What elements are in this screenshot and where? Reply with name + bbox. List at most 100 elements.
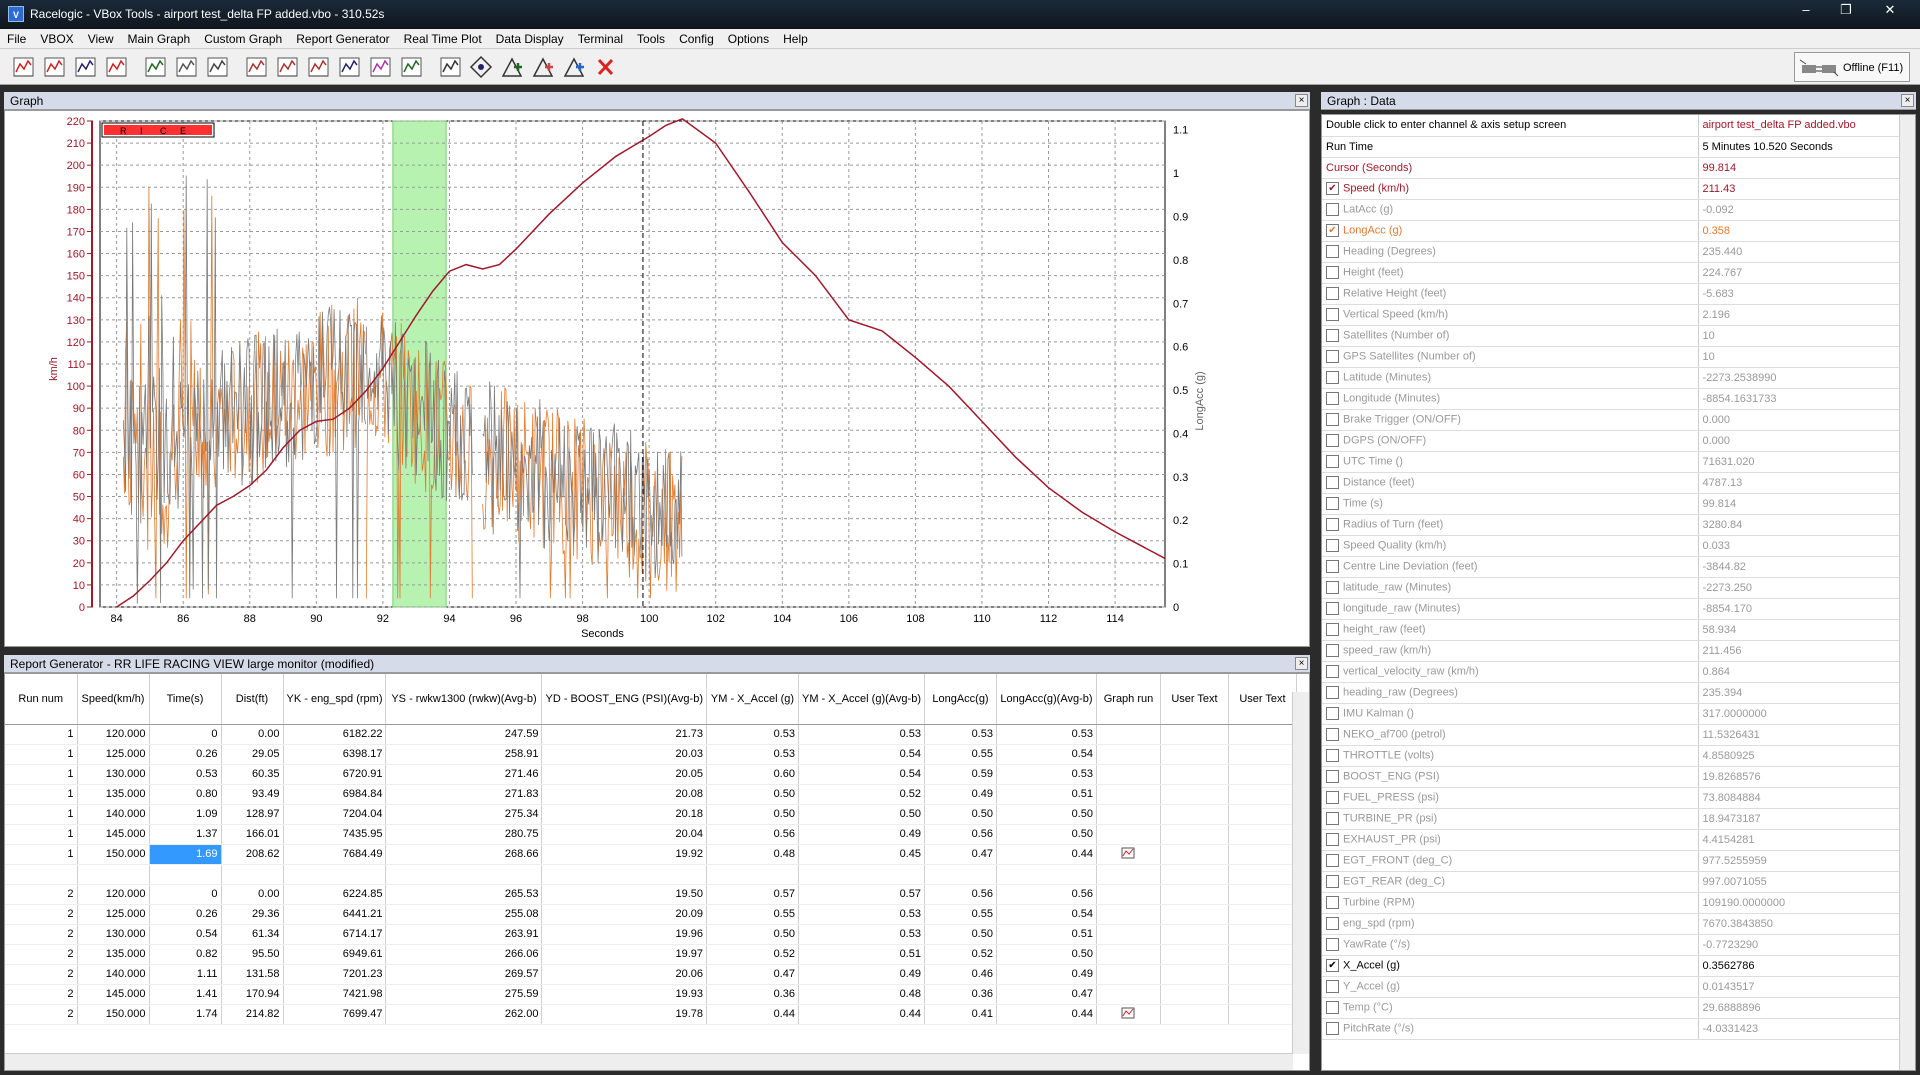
table-cell[interactable] [221, 864, 284, 885]
table-row[interactable]: 1 150.000 1.69 208.62 7684.49 268.66 19.92 0.48… [5, 844, 1297, 865]
channel-row[interactable]: Run Time 5 Minutes 10.520 Seconds [1322, 136, 1915, 158]
menu-config[interactable]: Config [672, 29, 721, 46]
channel-checkbox[interactable]: ✔ [1326, 182, 1339, 195]
channel-row[interactable]: ✔ Speed (km/h) 211.43 [1322, 178, 1915, 200]
table-cell[interactable]: 120.000 [77, 884, 150, 905]
table-cell[interactable]: 0.53 [706, 744, 799, 765]
table-cell[interactable] [1096, 824, 1161, 845]
table-cell[interactable]: 0.51 [798, 944, 925, 965]
table-cell[interactable]: 268.66 [385, 844, 543, 865]
table-cell[interactable] [1160, 804, 1229, 825]
channel-checkbox[interactable] [1326, 266, 1339, 279]
table-cell[interactable]: 0.51 [996, 784, 1097, 805]
table-cell[interactable]: 2 [5, 904, 78, 925]
channel-row[interactable]: Temp (°C) 29.6888896 [1322, 997, 1915, 1019]
table-cell[interactable] [996, 864, 1097, 885]
table-cell[interactable]: 0.44 [996, 844, 1097, 865]
menu-tools[interactable]: Tools [630, 29, 672, 46]
table-cell[interactable]: 0.53 [149, 764, 222, 785]
add-graph-alt-icon[interactable] [530, 54, 557, 80]
channel-row[interactable]: Speed Quality (km/h) 0.033 [1322, 535, 1915, 557]
table-cell[interactable]: 0.36 [924, 984, 997, 1005]
table-cell[interactable]: 19.96 [541, 924, 707, 945]
table-cell[interactable] [1160, 904, 1229, 925]
chart-icon[interactable] [336, 54, 363, 80]
channel-checkbox[interactable] [1326, 1022, 1339, 1035]
table-cell[interactable]: 20.08 [541, 784, 707, 805]
table-cell[interactable] [1228, 784, 1297, 805]
channel-checkbox[interactable] [1326, 329, 1339, 342]
table-cell[interactable]: 0.51 [996, 924, 1097, 945]
table-cell[interactable] [1096, 724, 1161, 745]
column-header[interactable]: Speed(km/h) [77, 674, 150, 725]
table-cell[interactable]: 0.26 [149, 904, 222, 925]
channel-row[interactable]: YawRate (°/s) -0.7723290 [1322, 934, 1915, 956]
table-cell[interactable]: 247.59 [385, 724, 543, 745]
table-cell[interactable] [1160, 764, 1229, 785]
add-graph-blue-icon[interactable] [561, 54, 588, 80]
channel-row[interactable]: speed_raw (km/h) 211.456 [1322, 640, 1915, 662]
table-cell[interactable] [1228, 944, 1297, 965]
channel-row[interactable]: EGT_REAR (deg_C) 997.0071055 [1322, 871, 1915, 893]
channel-checkbox[interactable] [1326, 245, 1339, 258]
table-cell[interactable] [1160, 784, 1229, 805]
channel-checkbox[interactable] [1326, 623, 1339, 636]
table-cell[interactable] [1096, 904, 1161, 925]
channel-checkbox[interactable]: ✔ [1326, 224, 1339, 237]
table-cell[interactable]: 0.57 [706, 884, 799, 905]
table-cell[interactable] [1160, 824, 1229, 845]
channel-checkbox[interactable] [1326, 938, 1339, 951]
channel-row[interactable]: NEKO_af700 (petrol) 11.5326431 [1322, 724, 1915, 746]
table-cell[interactable]: 2 [5, 884, 78, 905]
table-cell[interactable]: 0.46 [924, 964, 997, 985]
table-row[interactable]: 2 125.000 0.26 29.36 6441.21 255.08 20.09 0.55 0… [5, 904, 1297, 925]
data-panel-close-button[interactable]: × [1901, 94, 1914, 107]
table-cell[interactable] [1160, 884, 1229, 905]
table-cell[interactable]: 1 [5, 724, 78, 745]
table-cell[interactable]: 6714.17 [283, 924, 387, 945]
channel-row[interactable]: Heading (Degrees) 235.440 [1322, 241, 1915, 263]
table-cell[interactable]: 0.49 [996, 964, 1097, 985]
table-cell[interactable]: 2 [5, 984, 78, 1005]
data-table-icon[interactable] [142, 54, 169, 80]
column-header[interactable]: YM - X_Accel (g)(Avg-b) [798, 674, 925, 725]
channel-row[interactable]: ✔ X_Accel (g) 0.3562786 [1322, 955, 1915, 977]
table-cell[interactable] [1228, 904, 1297, 925]
table-cell[interactable]: 0.49 [798, 964, 925, 985]
table-row[interactable] [5, 864, 1297, 885]
close-window-button[interactable]: ✕ [1862, 0, 1918, 20]
table-cell[interactable]: 0.54 [996, 904, 1097, 925]
channel-checkbox[interactable] [1326, 917, 1339, 930]
channel-checkbox[interactable] [1326, 728, 1339, 741]
report-panel-close-button[interactable]: × [1295, 657, 1308, 670]
table-cell[interactable]: 0 [149, 884, 222, 905]
table-cell[interactable]: 262.00 [385, 1004, 543, 1025]
channel-row[interactable]: Relative Height (feet) -5.683 [1322, 283, 1915, 305]
table-cell[interactable]: 7201.23 [283, 964, 387, 985]
table-cell[interactable]: 20.04 [541, 824, 707, 845]
table-cell[interactable]: 6182.22 [283, 724, 387, 745]
table-cell[interactable]: 6984.84 [283, 784, 387, 805]
channel-checkbox[interactable] [1326, 455, 1339, 468]
channel-checkbox[interactable] [1326, 371, 1339, 384]
table-cell[interactable]: 7684.49 [283, 844, 387, 865]
table-row[interactable]: 2 140.000 1.11 131.58 7201.23 269.57 20.06 0.47… [5, 964, 1297, 985]
table-cell[interactable]: 2 [5, 924, 78, 945]
channel-row[interactable]: Height (feet) 224.767 [1322, 262, 1915, 284]
channel-checkbox[interactable] [1326, 707, 1339, 720]
channel-row[interactable]: Brake Trigger (ON/OFF) 0.000 [1322, 409, 1915, 431]
table-cell[interactable] [798, 864, 925, 885]
menu-main-graph[interactable]: Main Graph [121, 29, 198, 46]
menu-options[interactable]: Options [721, 29, 776, 46]
table-cell[interactable] [1228, 924, 1297, 945]
table-cell[interactable]: 7699.47 [283, 1004, 387, 1025]
table-cell[interactable]: 19.50 [541, 884, 707, 905]
map-icon[interactable] [398, 54, 425, 80]
channel-row[interactable]: BOOST_ENG (PSI) 19.8268576 [1322, 766, 1915, 788]
channel-checkbox[interactable] [1326, 434, 1339, 447]
main-graph[interactable]: 84 86 88 90 92 94 96 98 100 102 104 106 108 110 112 114… [5, 111, 1309, 646]
channel-checkbox[interactable] [1326, 833, 1339, 846]
table-cell[interactable] [1096, 744, 1161, 765]
table-cell[interactable]: 0.53 [798, 724, 925, 745]
channel-row[interactable]: Y_Accel (g) 0.0143517 [1322, 976, 1915, 998]
